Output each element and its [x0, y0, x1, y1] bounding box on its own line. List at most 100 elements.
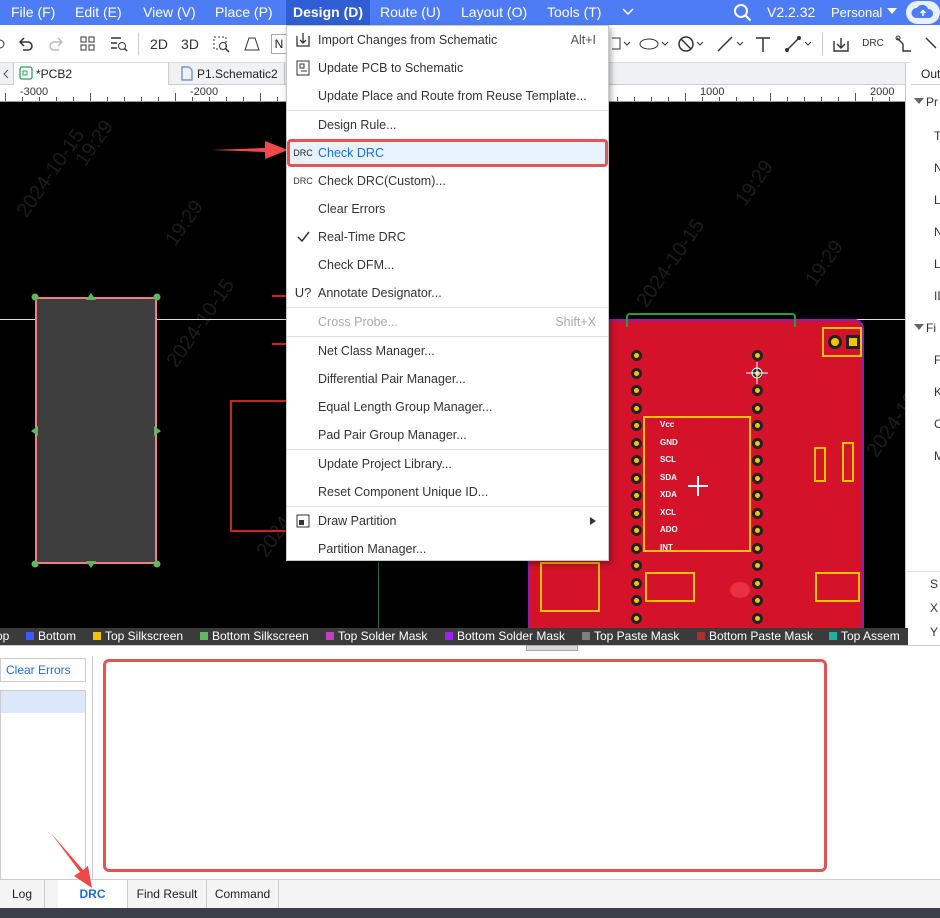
- menu-item-real-time-drc[interactable]: Real-Time DRC: [287, 223, 608, 251]
- header-pin: [752, 455, 763, 466]
- checkmark-icon: [297, 231, 310, 243]
- route-tool-icon[interactable]: [895, 35, 913, 53]
- layer-item[interactable]: Bottom Paste Mask: [697, 628, 813, 645]
- property-panel: Outli Pr T N L N L ID Fi F K C M S X Y: [905, 63, 940, 649]
- layer-item[interactable]: Top Solder Mask: [326, 628, 427, 645]
- watermark: 2024-10-15: [862, 364, 908, 462]
- account-label[interactable]: Personal: [831, 0, 882, 25]
- text-tool-icon[interactable]: [754, 35, 772, 53]
- pin-label: XCL: [660, 507, 676, 517]
- rectangle-tool-icon[interactable]: [612, 37, 634, 51]
- layer-label: Bottom Solder Mask: [457, 629, 566, 643]
- menu-item-draw-partition[interactable]: Draw Partition: [287, 507, 608, 535]
- redo-icon[interactable]: [48, 35, 66, 53]
- menu-item-net-class-manager[interactable]: Net Class Manager...: [287, 337, 608, 365]
- menu-route[interactable]: Route (U): [380, 0, 441, 25]
- cloud-icon[interactable]: [906, 1, 940, 24]
- menu-item-update-place-route[interactable]: Update Place and Route from Reuse Templa…: [287, 82, 608, 110]
- menu-place[interactable]: Place (P): [215, 0, 273, 25]
- layer-label: Top Silkscreen: [105, 629, 184, 643]
- update-pcb-icon: [296, 60, 310, 76]
- layer-label: Bottom Silkscreen: [212, 629, 309, 643]
- zoom-region-icon[interactable]: [212, 35, 232, 53]
- drc-toolbar-button[interactable]: DRC: [860, 25, 886, 63]
- panel-tab-outline[interactable]: Outli: [911, 63, 940, 85]
- ellipse-tool-icon[interactable]: [638, 37, 670, 51]
- menu-view[interactable]: View (V): [143, 0, 196, 25]
- tab-command[interactable]: Command: [207, 880, 279, 908]
- ruler-tick: [141, 97, 142, 101]
- ruler-tick: [277, 97, 278, 101]
- layer-item[interactable]: Bottom Silkscreen: [200, 628, 309, 645]
- ruler-tick: [651, 97, 652, 101]
- expand-caret-icon[interactable]: [914, 324, 924, 332]
- grid-icon[interactable]: [79, 35, 97, 53]
- layer-item[interactable]: Top Assem: [829, 628, 900, 645]
- header-pin: [752, 525, 763, 536]
- menu-design[interactable]: Design (D): [286, 0, 370, 25]
- panel-resize-handle[interactable]: [526, 645, 578, 651]
- view-3d-button[interactable]: 3D: [179, 25, 201, 63]
- layer-item[interactable]: Bottom: [26, 628, 76, 645]
- layer-label: Top Solder Mask: [338, 629, 428, 643]
- pin-label: SCL: [660, 455, 676, 464]
- menu-tools[interactable]: Tools (T): [547, 0, 601, 25]
- layer-item[interactable]: op: [0, 628, 9, 645]
- component-pad-group: [814, 447, 826, 482]
- line-tool-icon[interactable]: [716, 35, 748, 53]
- menu-item-check-drc-custom[interactable]: DRC Check DRC(Custom)...: [287, 167, 608, 195]
- undo-icon[interactable]: [16, 35, 34, 53]
- menu-item-pad-pair-group-manager[interactable]: Pad Pair Group Manager...: [287, 421, 608, 449]
- menu-item-partition-manager[interactable]: Partition Manager...: [287, 535, 608, 563]
- menu-layout[interactable]: Layout (O): [461, 0, 527, 25]
- header-pin: [752, 402, 763, 414]
- menu-item-check-dfm[interactable]: Check DFM...: [287, 251, 608, 279]
- menu-file[interactable]: File (F): [11, 0, 55, 25]
- layer-item[interactable]: Top Paste Mask: [582, 628, 679, 645]
- import-icon: [296, 33, 310, 47]
- menu-item-equal-length-group-manager[interactable]: Equal Length Group Manager...: [287, 393, 608, 421]
- menu-item-differential-pair-manager[interactable]: Differential Pair Manager...: [287, 365, 608, 393]
- ruler-tick: [838, 97, 839, 101]
- cut-tool-icon[interactable]: [0, 36, 8, 52]
- dimension-tool-icon[interactable]: [784, 35, 816, 53]
- view-2d-button[interactable]: 2D: [148, 25, 170, 63]
- tab-pcb[interactable]: *PCB2: [14, 63, 169, 85]
- header-pin: [631, 437, 642, 449]
- road-icon[interactable]: [242, 35, 262, 53]
- menu-item-cross-probe[interactable]: Cross Probe... Shift+X: [287, 308, 608, 336]
- schematic-doc-icon: [181, 66, 193, 81]
- drc-tree-selected-row[interactable]: [1, 691, 85, 713]
- account-caret-icon[interactable]: [887, 8, 897, 16]
- menu-edit[interactable]: Edit (E): [75, 0, 122, 25]
- layer-item[interactable]: Top Silkscreen: [93, 628, 183, 645]
- menu-item-reset-component-id[interactable]: Reset Component Unique ID...: [287, 478, 608, 506]
- search-icon[interactable]: [733, 3, 752, 22]
- import-changes-icon[interactable]: [832, 35, 850, 53]
- panel-row: N: [934, 225, 940, 239]
- more-menu-chevron-icon[interactable]: [622, 7, 634, 17]
- menu-item-update-project-library[interactable]: Update Project Library...: [287, 450, 608, 478]
- tab-schematic[interactable]: P1.Schematic2: [175, 63, 285, 85]
- submenu-arrow-icon: [590, 517, 596, 525]
- layer-item[interactable]: Bottom Solder Mask: [445, 628, 565, 645]
- header-pin: [752, 385, 763, 396]
- no-entry-tool-icon[interactable]: [677, 35, 709, 53]
- tab-find-result[interactable]: Find Result: [128, 880, 207, 908]
- menu-item-clear-errors[interactable]: Clear Errors: [287, 195, 608, 223]
- menu-item-update-pcb[interactable]: Update PCB to Schematic: [287, 54, 608, 82]
- tab-overflow[interactable]: [0, 63, 14, 85]
- diagonal-route-icon[interactable]: [924, 35, 940, 53]
- menu-item-check-drc[interactable]: DRC Check DRC: [287, 139, 608, 167]
- panel-row: C: [934, 417, 940, 431]
- ruler-tick: [719, 97, 720, 101]
- menu-item-import-changes[interactable]: Import Changes from Schematic Alt+I: [287, 26, 608, 54]
- panel-row: S: [930, 577, 939, 591]
- menu-item-design-rule[interactable]: Design Rule...: [287, 111, 608, 139]
- tab-log[interactable]: Log: [0, 880, 45, 908]
- menu-item-annotate-designator[interactable]: U? Annotate Designator...: [287, 279, 608, 307]
- clear-errors-button[interactable]: Clear Errors: [0, 658, 86, 682]
- list-search-icon[interactable]: [109, 35, 129, 53]
- expand-caret-icon[interactable]: [914, 98, 924, 106]
- layer-select[interactable]: N: [271, 34, 287, 54]
